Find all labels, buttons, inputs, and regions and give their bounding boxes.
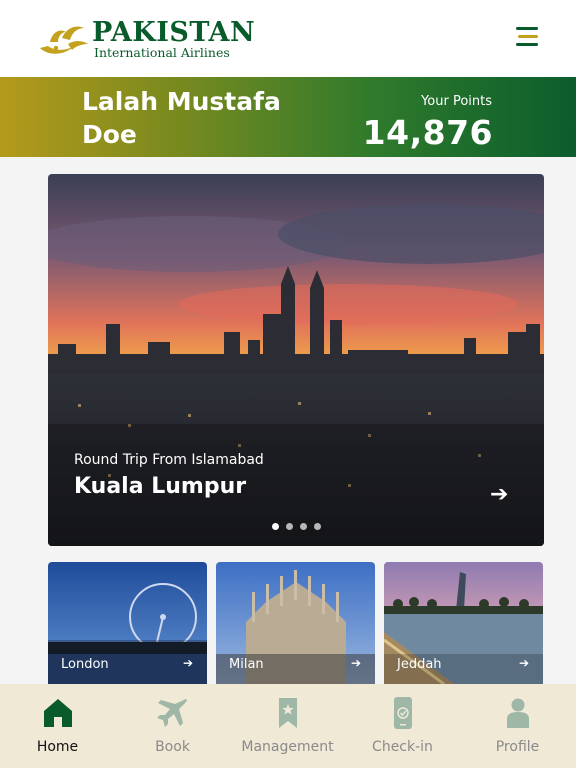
user-name: Lalah Mustafa Doe xyxy=(82,87,281,149)
arrow-right-icon[interactable]: ➔ xyxy=(490,482,508,507)
tab-profile[interactable]: Profile xyxy=(460,684,575,768)
pia-logo[interactable]: PAKISTAN International Airlines xyxy=(38,18,255,64)
hamburger-icon[interactable] xyxy=(512,24,544,52)
carousel-dot[interactable] xyxy=(314,523,321,530)
tab-home[interactable]: Home xyxy=(0,684,115,768)
carousel-dot[interactable] xyxy=(300,523,307,530)
phone-check-icon xyxy=(394,697,412,729)
airplane-icon xyxy=(157,699,187,727)
tab-label: Check-in xyxy=(372,739,433,755)
home-icon xyxy=(44,699,72,727)
tile-label: Milan xyxy=(229,657,264,672)
tab-label: Management xyxy=(241,739,334,755)
logo-subtitle: International Airlines xyxy=(94,45,230,60)
destination-tile-london[interactable]: London ➔ xyxy=(48,562,207,684)
arrow-right-icon[interactable]: ➔ xyxy=(183,656,193,670)
arrow-right-icon[interactable]: ➔ xyxy=(519,656,529,670)
tile-label: London xyxy=(61,657,109,672)
bookmark-icon xyxy=(279,698,297,728)
bottom-tab-bar: Home Book Management Check-in Profile xyxy=(0,684,576,768)
pia-logo-mark-icon xyxy=(40,26,88,54)
tile-label: Jeddah xyxy=(397,657,442,672)
carousel-dot[interactable] xyxy=(286,523,293,530)
featured-destination-card[interactable]: Round Trip From Islamabad Kuala Lumpur ➔ xyxy=(48,174,544,546)
tab-book[interactable]: Book xyxy=(115,684,230,768)
destination-tile-jeddah[interactable]: Jeddah ➔ xyxy=(384,562,543,684)
tab-label: Profile xyxy=(495,739,540,755)
person-icon xyxy=(507,698,529,728)
loyalty-banner: Lalah Mustafa Doe Your Points 14,876 xyxy=(0,77,576,157)
app-header: PAKISTAN International Airlines xyxy=(0,0,576,77)
carousel-dot[interactable] xyxy=(272,523,279,530)
tab-check-in[interactable]: Check-in xyxy=(345,684,460,768)
tab-management[interactable]: Management xyxy=(230,684,345,768)
points-label: Your Points xyxy=(421,94,492,109)
arrow-right-icon[interactable]: ➔ xyxy=(351,656,361,670)
hero-destination-title: Kuala Lumpur xyxy=(74,474,247,499)
points-value: 14,876 xyxy=(362,113,493,152)
menu-line xyxy=(518,35,538,38)
tab-label: Home xyxy=(36,739,79,755)
logo-title: PAKISTAN xyxy=(92,17,256,48)
tab-label: Book xyxy=(155,739,190,755)
destination-tile-milan[interactable]: Milan ➔ xyxy=(216,562,375,684)
hero-route-subtitle: Round Trip From Islamabad xyxy=(74,452,264,468)
menu-line xyxy=(516,43,538,46)
menu-line xyxy=(516,27,538,30)
